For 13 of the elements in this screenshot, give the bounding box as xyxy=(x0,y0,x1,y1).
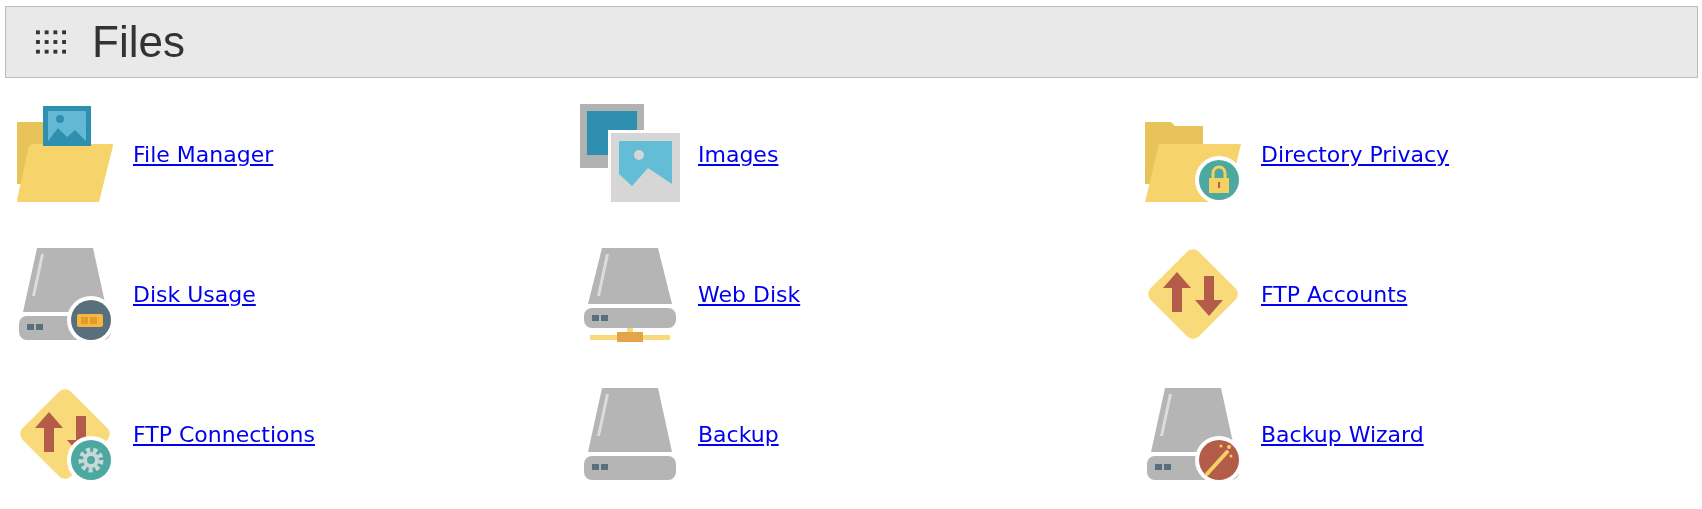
images-icon[interactable] xyxy=(580,104,680,204)
tool-link[interactable]: File Manager xyxy=(133,141,274,167)
tool-link[interactable]: Disk Usage xyxy=(133,281,256,307)
tool-link[interactable]: Web Disk xyxy=(698,281,801,307)
tool-link[interactable]: FTP Connections xyxy=(133,421,315,447)
grid-icon[interactable] xyxy=(36,27,66,57)
folder-image-icon[interactable] xyxy=(15,104,115,204)
tool-link[interactable]: FTP Accounts xyxy=(1261,281,1408,307)
section-title: Files xyxy=(92,17,185,67)
tool-link[interactable]: Backup xyxy=(698,421,779,447)
tool-link[interactable]: Directory Privacy xyxy=(1261,141,1450,167)
tool-link[interactable]: Backup Wizard xyxy=(1261,421,1424,447)
tool-link[interactable]: Images xyxy=(698,141,779,167)
